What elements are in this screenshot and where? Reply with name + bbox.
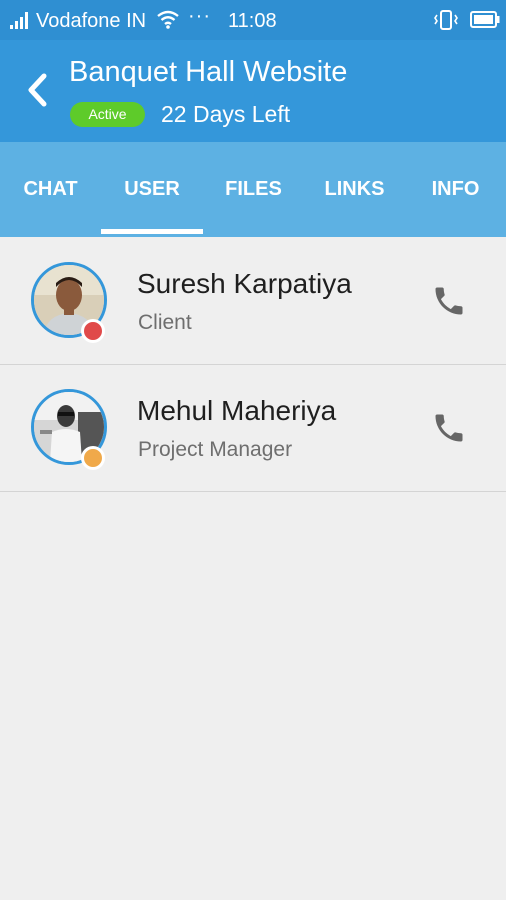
app-header: Banquet Hall Website Active 22 Days Left — [0, 40, 506, 142]
user-role: Project Manager — [138, 438, 293, 461]
tab-user[interactable]: USER — [101, 142, 203, 237]
battery-icon — [470, 11, 500, 28]
phone-icon — [435, 287, 463, 315]
more-notifications-icon: ··· — [188, 5, 211, 27]
project-title: Banquet Hall Website — [69, 56, 348, 88]
status-badge: Active — [70, 102, 145, 127]
signal-icon — [10, 12, 28, 29]
active-tab-indicator — [101, 229, 203, 234]
days-left-text: 22 Days Left — [161, 101, 291, 127]
chevron-left-icon — [28, 73, 47, 107]
tab-files[interactable]: FILES — [203, 142, 304, 237]
presence-dot-away — [81, 446, 105, 470]
tab-bar: CHAT USER FILES LINKS INFO — [0, 142, 506, 237]
vibrate-icon — [434, 10, 458, 30]
user-role: Client — [138, 311, 192, 334]
tab-links[interactable]: LINKS — [304, 142, 405, 237]
tab-chat[interactable]: CHAT — [0, 142, 101, 237]
carrier-name: Vodafone IN — [36, 10, 147, 32]
tab-info[interactable]: INFO — [405, 142, 506, 237]
clock: 11:08 — [228, 10, 277, 32]
phone-icon — [435, 414, 463, 442]
user-name: Suresh Karpatiya — [137, 268, 352, 299]
user-row[interactable]: Suresh Karpatiya Client — [0, 238, 506, 365]
user-row[interactable]: Mehul Maheriya Project Manager — [0, 365, 506, 492]
wifi-icon — [157, 10, 179, 29]
call-button[interactable] — [431, 410, 467, 446]
user-name: Mehul Maheriya — [137, 395, 337, 426]
call-button[interactable] — [431, 283, 467, 319]
status-bar: Vodafone IN ··· 11:08 — [0, 0, 506, 40]
presence-dot-offline — [81, 319, 105, 343]
back-button[interactable] — [18, 68, 58, 112]
